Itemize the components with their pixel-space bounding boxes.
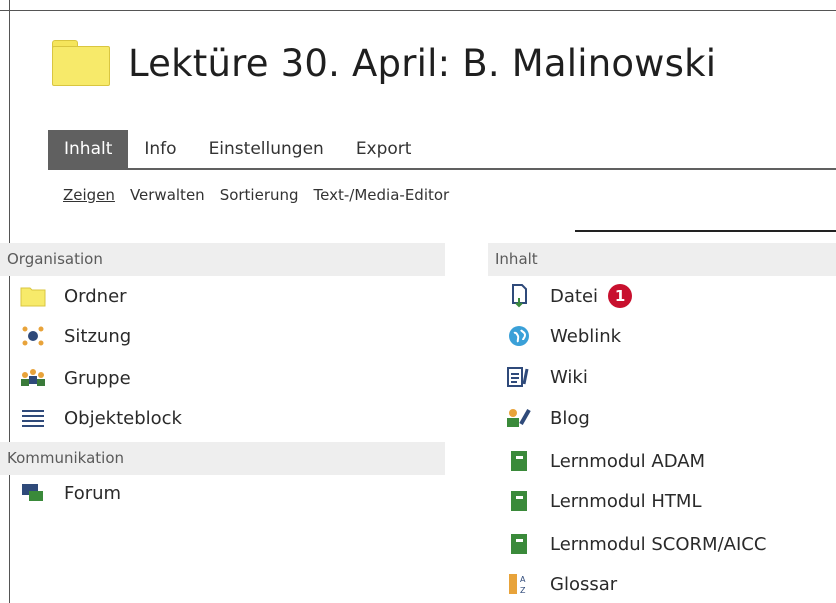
item-label: Gruppe	[64, 367, 131, 389]
glossary-icon: A Z	[506, 571, 532, 597]
book-icon	[506, 531, 532, 557]
svg-text:Z: Z	[520, 586, 526, 595]
session-icon	[20, 323, 46, 349]
tab-export[interactable]: Export	[340, 130, 428, 168]
item-label: Glossar	[550, 573, 618, 595]
tab-inhalt[interactable]: Inhalt	[48, 130, 129, 168]
page-title: Lektüre 30. April: B. Malinowski	[128, 41, 717, 85]
folder-icon	[52, 40, 110, 86]
list-item-sitzung[interactable]: Sitzung	[20, 321, 131, 351]
tab-info[interactable]: Info	[128, 130, 192, 168]
item-label: Wiki	[550, 366, 588, 388]
forum-icon	[20, 480, 46, 506]
list-item-glossar[interactable]: A Z Glossar	[506, 569, 617, 599]
item-label: Weblink	[550, 325, 622, 347]
item-label: Ordner	[64, 285, 127, 307]
tab-einstellungen[interactable]: Einstellungen	[193, 130, 340, 168]
subtab-zeigen[interactable]: Zeigen	[63, 186, 115, 204]
svg-text:A: A	[520, 575, 526, 584]
divider	[575, 230, 836, 232]
subtab-verwalten[interactable]: Verwalten	[130, 186, 205, 204]
item-label: Lernmodul HTML	[550, 490, 702, 512]
list-item-blog[interactable]: Blog	[506, 403, 590, 433]
page-header: Lektüre 30. April: B. Malinowski	[52, 40, 716, 86]
window-frame-left	[0, 0, 10, 603]
group-header-kommunikation: Kommunikation	[0, 442, 445, 475]
list-item-forum[interactable]: Forum	[20, 478, 121, 508]
item-label: Blog	[550, 407, 590, 429]
list-item-wiki[interactable]: Wiki	[506, 362, 588, 392]
tab-underline	[48, 168, 836, 170]
item-label: Lernmodul SCORM/AICC	[550, 533, 767, 555]
item-label: Sitzung	[64, 325, 132, 347]
item-label: Datei	[550, 285, 599, 307]
subtab-text-media-editor[interactable]: Text-/Media-Editor	[314, 186, 450, 204]
list-item-weblink[interactable]: Weblink	[506, 321, 621, 351]
list-icon	[20, 405, 46, 431]
notification-badge: 1	[608, 284, 633, 308]
list-item-ordner[interactable]: Ordner	[20, 281, 127, 311]
wiki-icon	[506, 364, 532, 390]
group-header-inhalt: Inhalt	[488, 243, 836, 276]
subtab-bar: Zeigen Verwalten Sortierung Text-/Media-…	[63, 186, 464, 204]
file-download-icon	[506, 283, 532, 309]
list-item-objekteblock[interactable]: Objekteblock	[20, 403, 182, 433]
list-item-lernmodul-scorm-aicc[interactable]: Lernmodul SCORM/AICC	[506, 529, 766, 559]
subtab-sortierung[interactable]: Sortierung	[220, 186, 299, 204]
list-item-lernmodul-adam[interactable]: Lernmodul ADAM	[506, 446, 705, 476]
blog-icon	[506, 405, 532, 431]
group-icon	[20, 365, 46, 391]
list-item-gruppe[interactable]: Gruppe	[20, 363, 131, 393]
globe-icon	[506, 323, 532, 349]
window-frame-top	[0, 0, 836, 11]
book-icon	[506, 448, 532, 474]
tab-bar: Inhalt Info Einstellungen Export	[48, 130, 427, 168]
item-label: Forum	[64, 482, 122, 504]
item-label: Objekteblock	[64, 407, 182, 429]
group-header-organisation: Organisation	[0, 243, 445, 276]
list-item-lernmodul-html[interactable]: Lernmodul HTML	[506, 486, 701, 516]
folder-icon	[20, 283, 46, 309]
book-icon	[506, 488, 532, 514]
list-item-datei[interactable]: Datei 1	[506, 281, 633, 311]
item-label: Lernmodul ADAM	[550, 450, 706, 472]
